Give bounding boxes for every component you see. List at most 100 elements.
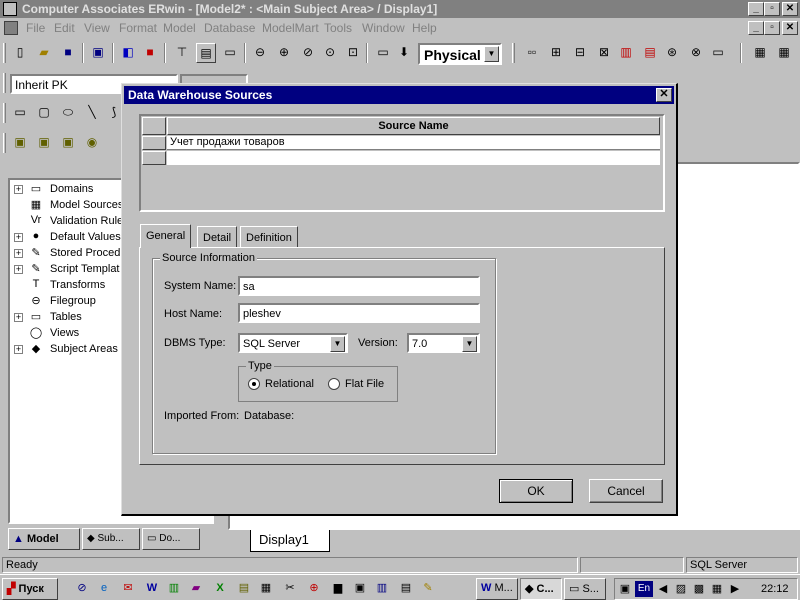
powerpoint-icon[interactable]: ▰ bbox=[188, 580, 204, 596]
open-folder-icon[interactable]: ▰ bbox=[34, 43, 54, 63]
color-icon[interactable]: ■ bbox=[140, 43, 160, 63]
app-quicklaunch-icon[interactable]: ▦ bbox=[258, 580, 274, 596]
ok-button[interactable]: OK bbox=[499, 479, 573, 503]
chart-icon[interactable]: ▆ bbox=[330, 580, 346, 596]
flat-file-label[interactable]: Flat File bbox=[345, 378, 384, 390]
align-right-icon[interactable]: ▦ bbox=[774, 43, 794, 63]
rounded-rectangle-icon[interactable]: ▢ bbox=[34, 103, 54, 123]
display-icon[interactable]: ▭ bbox=[373, 43, 393, 63]
tray-monitor-icon[interactable]: ▩ bbox=[691, 581, 707, 597]
line-icon[interactable]: ╲ bbox=[82, 103, 102, 123]
zoom-fit-icon[interactable]: ⊘ bbox=[298, 43, 318, 63]
language-indicator[interactable]: En bbox=[635, 581, 653, 597]
download-icon[interactable]: ⬇ bbox=[394, 43, 414, 63]
host-name-field[interactable]: pleshev bbox=[238, 303, 480, 323]
menu-modelmart[interactable]: ModelMart bbox=[262, 21, 319, 35]
dbms-type-select[interactable]: SQL Server ▼ bbox=[238, 333, 348, 353]
books-icon[interactable]: ▥ bbox=[374, 580, 390, 596]
format-icon[interactable]: ⊤ bbox=[172, 43, 192, 63]
menu-view[interactable]: View bbox=[84, 21, 110, 35]
mart-open-icon[interactable]: ▣ bbox=[10, 133, 30, 153]
maximize-button[interactable]: ▫ bbox=[764, 2, 780, 16]
model-mode-combo[interactable]: Physical ▼ bbox=[418, 43, 502, 65]
mart-save-icon[interactable]: ▣ bbox=[34, 133, 54, 153]
tray-media-icon[interactable]: ▶ bbox=[727, 581, 743, 597]
tray-tool-icon[interactable]: ▨ bbox=[673, 581, 689, 597]
connect-icon[interactable]: ▭ bbox=[708, 43, 728, 63]
pencil-icon[interactable]: ✎ bbox=[420, 580, 436, 596]
layout-icon[interactable]: ⊞ bbox=[546, 43, 566, 63]
split-icon[interactable]: ▥ bbox=[616, 43, 636, 63]
excel-icon[interactable]: X bbox=[212, 580, 228, 596]
explorer-icon[interactable]: ▤ bbox=[236, 580, 252, 596]
app-icon[interactable] bbox=[3, 2, 17, 16]
report-icon[interactable]: ◧ bbox=[118, 43, 138, 63]
group-icon[interactable]: ⊛ bbox=[662, 43, 682, 63]
office-icon[interactable]: ▥ bbox=[166, 580, 182, 596]
close-button[interactable]: ✕ bbox=[782, 2, 798, 16]
relationship-icon[interactable]: ▫▫ bbox=[522, 43, 542, 63]
tray-app-icon[interactable]: ▣ bbox=[617, 581, 633, 597]
menu-model[interactable]: Model bbox=[163, 21, 196, 35]
new-file-icon[interactable]: ▯ bbox=[10, 43, 30, 63]
tray-network-icon[interactable]: ▦ bbox=[709, 581, 725, 597]
diagram-tab-display1[interactable]: Display1 bbox=[250, 530, 330, 552]
grid-row-selector[interactable] bbox=[142, 151, 166, 165]
zoom-out-icon[interactable]: ⊖ bbox=[250, 43, 270, 63]
menu-tools[interactable]: Tools bbox=[324, 21, 352, 35]
relational-label[interactable]: Relational bbox=[265, 378, 314, 390]
menu-help[interactable]: Help bbox=[412, 21, 437, 35]
task-button-s[interactable]: ▭ S... bbox=[564, 578, 606, 600]
tab-general[interactable]: General bbox=[140, 224, 192, 248]
align-left-icon[interactable]: ▦ bbox=[750, 43, 770, 63]
target-icon[interactable]: ⊕ bbox=[306, 580, 322, 596]
rectangle-icon[interactable]: ▭ bbox=[10, 103, 30, 123]
flat-file-radio[interactable] bbox=[328, 378, 340, 390]
system-name-field[interactable]: sa bbox=[238, 276, 480, 296]
expand-icon[interactable]: + bbox=[14, 313, 23, 322]
menu-format[interactable]: Format bbox=[119, 21, 157, 35]
explorer-tab-subject[interactable]: ◆ Sub... bbox=[82, 528, 140, 550]
version-select[interactable]: 7.0 ▼ bbox=[407, 333, 480, 353]
ellipse-icon[interactable]: ⬭ bbox=[58, 103, 78, 123]
notes-icon[interactable]: ▤ bbox=[398, 580, 414, 596]
menu-database[interactable]: Database bbox=[204, 21, 255, 35]
tool-icon[interactable]: ✂ bbox=[282, 580, 298, 596]
tab-definition[interactable]: Definition bbox=[240, 226, 298, 248]
explorer-tab-model[interactable]: ▲ Model bbox=[8, 528, 80, 550]
divider-icon[interactable]: ▤ bbox=[640, 43, 660, 63]
speaker-icon[interactable]: ◀ bbox=[655, 581, 671, 597]
zoom-icon[interactable]: ⊙ bbox=[320, 43, 340, 63]
browser-icon[interactable]: e bbox=[96, 580, 112, 596]
grid-header-source-name[interactable]: Source Name bbox=[167, 117, 660, 135]
tab-detail[interactable]: Detail bbox=[197, 226, 238, 248]
doc-minimize-button[interactable]: _ bbox=[748, 21, 764, 35]
folder-icon[interactable]: ▣ bbox=[352, 580, 368, 596]
note-icon[interactable]: ▭ bbox=[220, 43, 240, 63]
expand-icon[interactable]: + bbox=[14, 265, 23, 274]
desktop-icon[interactable]: ⊘ bbox=[74, 580, 90, 596]
menu-window[interactable]: Window bbox=[362, 21, 405, 35]
menu-edit[interactable]: Edit bbox=[54, 21, 75, 35]
doc-close-button[interactable]: ✕ bbox=[782, 21, 798, 35]
mart-check-icon[interactable]: ▣ bbox=[58, 133, 78, 153]
chevron-down-icon[interactable]: ▼ bbox=[330, 336, 345, 352]
expand-icon[interactable]: + bbox=[14, 233, 23, 242]
network-icon[interactable]: ⊠ bbox=[594, 43, 614, 63]
explorer-tab-domain[interactable]: ▭ Do... bbox=[142, 528, 200, 550]
task-button-word[interactable]: W M... bbox=[476, 578, 518, 600]
print-icon[interactable]: ▣ bbox=[88, 43, 108, 63]
doc-maximize-button[interactable]: ▫ bbox=[764, 21, 780, 35]
minimize-button[interactable]: _ bbox=[748, 2, 764, 16]
mart-report-icon[interactable]: ◉ bbox=[82, 133, 102, 153]
entity-display-icon[interactable]: ▤ bbox=[196, 43, 216, 63]
menu-file[interactable]: File bbox=[26, 21, 45, 35]
tree-layout-icon[interactable]: ⊟ bbox=[570, 43, 590, 63]
expand-icon[interactable]: + bbox=[14, 345, 23, 354]
save-icon[interactable]: ■ bbox=[58, 43, 78, 63]
relational-radio[interactable] bbox=[248, 378, 260, 390]
cluster-icon[interactable]: ⊗ bbox=[686, 43, 706, 63]
expand-icon[interactable]: + bbox=[14, 185, 23, 194]
zoom-all-icon[interactable]: ⊡ bbox=[343, 43, 363, 63]
word-icon[interactable]: W bbox=[144, 580, 160, 596]
